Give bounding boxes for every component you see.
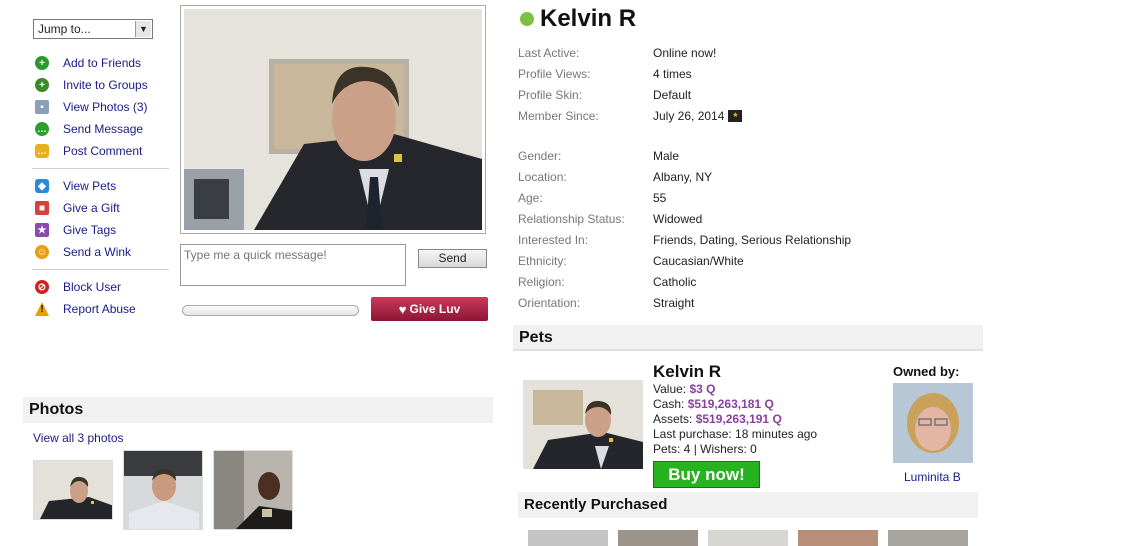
give-a-gift-link[interactable]: ■ Give a Gift [35, 197, 172, 219]
owned-by-label: Owned by: [893, 364, 960, 379]
owner-avatar[interactable] [893, 383, 973, 463]
divider [32, 168, 169, 169]
view-pets-link[interactable]: ◆ View Pets [35, 175, 172, 197]
heart-plus-icon: ♥ [398, 301, 407, 317]
pet-last-purchase: Last purchase: 18 minutes ago [653, 427, 818, 441]
detail-row: Orientation: Straight [518, 295, 695, 310]
detail-row: Gender: Male [518, 148, 680, 163]
profile-photo[interactable] [180, 5, 486, 234]
pet-assets: Assets: $519,263,191 Q [653, 412, 782, 426]
invite-to-groups-link[interactable]: + Invite to Groups [35, 74, 172, 96]
photo-thumbnail[interactable] [33, 460, 113, 520]
detail-row: Location: Albany, NY [518, 169, 713, 184]
detail-row: Profile Views: 4 times [518, 66, 692, 81]
detail-row: Member Since: July 26, 2014 ★ [518, 105, 978, 126]
jump-to-select[interactable]: Jump to... ▼ [33, 19, 153, 39]
recent-pet-thumbnail[interactable] [528, 530, 608, 546]
smiley-icon: ☺ [35, 245, 49, 259]
jump-to-label: Jump to... [38, 22, 91, 36]
photo-thumbnail[interactable] [123, 450, 203, 530]
give-tags-link[interactable]: ★ Give Tags [35, 219, 172, 241]
block-user-link[interactable]: ⊘ Block User [35, 276, 172, 298]
detail-row: Last Active: Online now! [518, 45, 717, 60]
star-icon: ★ [35, 223, 49, 237]
photo-thumbnail[interactable] [213, 450, 293, 530]
speech-bubble-icon: … [35, 122, 49, 136]
detail-row: Religion: Catholic [518, 274, 697, 289]
pet-name: Kelvin R [653, 362, 722, 381]
photos-section-header: Photos [23, 397, 493, 423]
group-plus-icon: + [35, 78, 49, 92]
recent-pet-thumbnail[interactable] [798, 530, 878, 546]
recent-pet-thumbnail[interactable] [708, 530, 788, 546]
profile-actions: + Add to Friends + Invite to Groups ▪ View … [32, 52, 172, 320]
member-badge-icon: ★ [728, 110, 743, 123]
online-status-icon [520, 12, 534, 26]
quick-message-input[interactable] [180, 244, 406, 286]
owner-name-link[interactable]: Luminita B [904, 470, 961, 484]
warning-icon: ! [35, 302, 49, 316]
pet-counts: Pets: 4 | Wishers: 0 [653, 442, 757, 456]
detail-row: Interested In: Friends, Dating, Serious R… [518, 232, 852, 247]
view-all-photos-link[interactable]: View all 3 photos [33, 431, 124, 445]
pets-section-header: Pets [513, 325, 983, 351]
recent-pet-thumbnail[interactable] [618, 530, 698, 546]
pet-cash: Cash: $519,263,181 Q [653, 397, 774, 411]
recent-pet-thumbnail[interactable] [888, 530, 968, 546]
detail-row: Age: 55 [518, 190, 667, 205]
send-button[interactable]: Send [418, 249, 487, 268]
send-message-link[interactable]: … Send Message [35, 118, 172, 140]
post-comment-link[interactable]: … Post Comment [35, 140, 172, 162]
dropdown-arrow-icon[interactable]: ▼ [135, 21, 151, 37]
send-a-wink-link[interactable]: ☺ Send a Wink [35, 241, 172, 263]
report-abuse-link[interactable]: ! Report Abuse [35, 298, 172, 320]
profile-details-primary: Last Active: Online now! Profile Views: 4 … [518, 42, 978, 126]
pet-value: Value: $3 Q [653, 382, 716, 396]
give-luv-button[interactable]: ♥ Give Luv [371, 297, 488, 321]
profile-photo-image [184, 9, 482, 230]
recently-purchased-header: Recently Purchased [518, 492, 978, 518]
divider [32, 269, 169, 270]
gift-icon: ■ [35, 201, 49, 215]
detail-row: Ethnicity: Caucasian/White [518, 253, 744, 268]
tag-icon: ◆ [35, 179, 49, 193]
pet-details: Kelvin R Value: $3 Q Cash: $519,263,181 … [653, 362, 817, 457]
luv-progress-bar [182, 305, 359, 316]
add-to-friends-link[interactable]: + Add to Friends [35, 52, 172, 74]
block-icon: ⊘ [35, 280, 49, 294]
comment-icon: … [35, 144, 49, 158]
plus-circle-icon: + [35, 56, 49, 70]
pet-photo[interactable] [523, 380, 643, 469]
view-photos-link[interactable]: ▪ View Photos (3) [35, 96, 172, 118]
profile-name: Kelvin R [520, 5, 636, 33]
detail-row: Profile Skin: Default [518, 87, 692, 102]
detail-row: Relationship Status: Widowed [518, 211, 703, 226]
camera-icon: ▪ [35, 100, 49, 114]
buy-now-button[interactable]: Buy now! [653, 461, 760, 488]
profile-details-secondary: Gender: Male Location: Albany, NY Age: 55 R… [518, 145, 978, 313]
